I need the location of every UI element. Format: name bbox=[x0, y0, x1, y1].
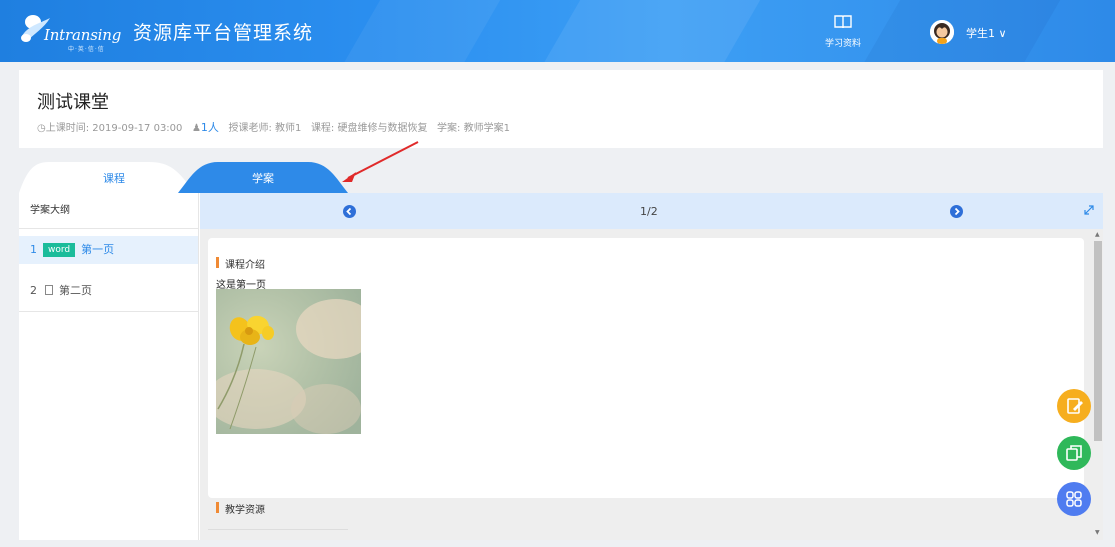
people-icon: ♟ bbox=[191, 123, 201, 134]
tab-course-label: 课程 bbox=[103, 172, 125, 185]
tab-study-plan-label: 学案 bbox=[252, 172, 274, 185]
outline-item-page-2[interactable]: 2 第二页 bbox=[19, 270, 198, 312]
user-avatar-icon bbox=[930, 20, 954, 44]
outline-item-number: 1 bbox=[30, 243, 37, 256]
top-header: Intransing 中·英·信·信 资源库平台管理系统 学习资料 学生1 ∨ bbox=[0, 0, 1115, 62]
section-title: 课程介绍 bbox=[216, 256, 265, 271]
tab-study-plan[interactable]: 学案 bbox=[178, 160, 348, 193]
brand-name: Intransing bbox=[44, 26, 122, 44]
outline-item-label: 第一页 bbox=[81, 243, 115, 256]
prev-page-button[interactable] bbox=[343, 205, 356, 218]
app-title: 资源库平台管理系统 bbox=[133, 22, 314, 44]
edit-note-icon bbox=[1067, 398, 1083, 414]
lesson-meta: ◷上课时间: 2019-09-17 03:00 ♟1人 授课老师: 教师1 课程… bbox=[37, 119, 510, 135]
lesson-info-card: 测试课堂 ◷上课时间: 2019-09-17 03:00 ♟1人 授课老师: 教… bbox=[19, 70, 1103, 148]
logo[interactable]: Intransing 中·英·信·信 bbox=[20, 12, 122, 53]
study-materials-label: 学习资料 bbox=[824, 39, 861, 49]
grid-apps-icon bbox=[1066, 491, 1082, 507]
page-indicator: 1/2 bbox=[640, 205, 658, 218]
brand-subtitle: 中·英·信·信 bbox=[68, 46, 105, 53]
user-name: 学生1 ∨ bbox=[966, 27, 1007, 40]
student-count-link[interactable]: 1人 bbox=[201, 121, 219, 134]
page-card: 课程介绍 这是第一页 bbox=[208, 238, 1084, 498]
resources-divider bbox=[208, 529, 348, 530]
apps-grid-button[interactable] bbox=[1057, 482, 1091, 516]
header-decoration bbox=[848, 0, 1072, 62]
lesson-course: 课程: 硬盘维修与数据恢复 bbox=[310, 123, 428, 134]
lesson-title: 测试课堂 bbox=[37, 92, 109, 113]
document-icon bbox=[45, 285, 53, 295]
outline-item-number: 2 bbox=[30, 284, 37, 297]
content-area[interactable]: 课程介绍 这是第一页 教学资源 ▲ ▼ bbox=[200, 229, 1103, 540]
header-decoration bbox=[528, 0, 772, 62]
copy-icon bbox=[1066, 445, 1082, 461]
expand-icon[interactable] bbox=[1083, 204, 1095, 216]
flower-image bbox=[216, 289, 361, 434]
scrollbar-thumb[interactable] bbox=[1094, 241, 1102, 441]
outline-item-page-1[interactable]: 1 word 第一页 bbox=[19, 236, 198, 264]
right-circle-icon bbox=[954, 207, 960, 216]
lesson-plan: 学案: 教师学案1 bbox=[437, 123, 510, 134]
copy-button[interactable] bbox=[1057, 436, 1091, 470]
left-circle-icon bbox=[346, 207, 352, 216]
main-panel: 学案大纲 1 word 第一页 2 第二页 1/2 课程介绍 这是第一页 教学资… bbox=[19, 193, 1103, 540]
word-badge: word bbox=[43, 243, 76, 257]
next-page-button[interactable] bbox=[950, 205, 963, 218]
header-decoration bbox=[328, 0, 512, 62]
lesson-time: 上课时间: 2019-09-17 03:00 bbox=[45, 123, 183, 134]
note-button[interactable] bbox=[1057, 389, 1091, 423]
outline-header: 学案大纲 bbox=[19, 193, 198, 229]
pager-toolbar: 1/2 bbox=[200, 193, 1103, 229]
clock-icon: ◷ bbox=[37, 123, 46, 134]
study-materials-button[interactable]: 学习资料 bbox=[818, 14, 868, 49]
resources-title: 教学资源 bbox=[216, 501, 265, 516]
lesson-teacher: 授课老师: 教师1 bbox=[228, 123, 302, 134]
outline-sidebar: 学案大纲 1 word 第一页 2 第二页 bbox=[19, 193, 199, 540]
outline-item-label: 第二页 bbox=[59, 284, 92, 297]
scroll-up-icon[interactable]: ▲ bbox=[1095, 231, 1100, 238]
scroll-down-icon[interactable]: ▼ bbox=[1095, 529, 1100, 536]
book-icon bbox=[834, 15, 852, 29]
